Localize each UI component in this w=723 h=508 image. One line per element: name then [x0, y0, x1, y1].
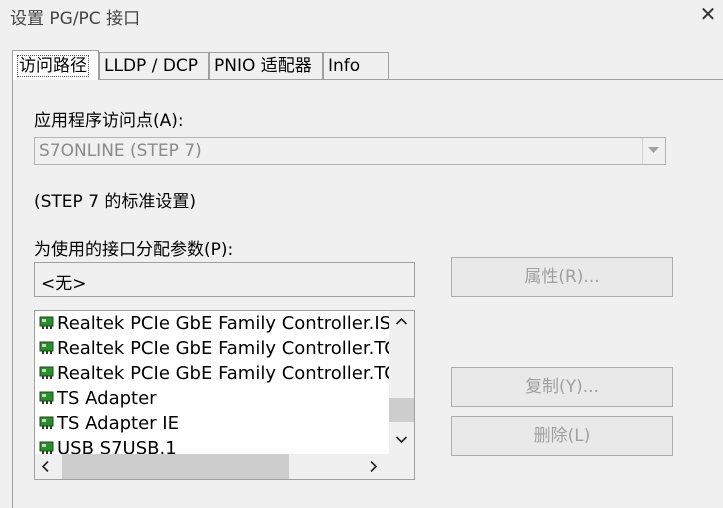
interface-list-rows: Realtek PCIe GbE Family Controller.ISO Re… — [35, 311, 389, 454]
list-item[interactable]: Realtek PCIe GbE Family Controller.TCP — [39, 336, 389, 361]
delete-button[interactable]: 删除(L) — [451, 416, 673, 456]
horizontal-scroll-thumb[interactable] — [62, 454, 289, 479]
list-item-label: USB S7USB.1 — [57, 438, 177, 454]
interface-params-value: <无> — [41, 274, 87, 294]
interface-list[interactable]: Realtek PCIe GbE Family Controller.ISO Re… — [34, 310, 415, 480]
horizontal-scrollbar[interactable] — [35, 454, 389, 479]
vertical-scroll-thumb[interactable] — [389, 398, 414, 422]
scroll-corner — [389, 454, 414, 479]
list-item-label: Realtek PCIe GbE Family Controller.TCP — [57, 338, 389, 359]
list-item-label: TS Adapter — [57, 388, 157, 409]
interface-params-label: 为使用的接口分配参数(P): — [34, 240, 234, 260]
list-item-label: Realtek PCIe GbE Family Controller.ISO — [57, 313, 389, 334]
access-point-dropdown[interactable]: S7ONLINE (STEP 7) — [34, 137, 666, 165]
vertical-scrollbar[interactable] — [389, 311, 414, 454]
network-adapter-icon — [39, 363, 55, 379]
tab-label: LLDP / DCP — [104, 56, 199, 76]
network-adapter-icon — [39, 338, 55, 354]
access-point-label: 应用程序访问点(A): — [34, 111, 184, 131]
network-adapter-icon — [39, 438, 55, 454]
network-adapter-icon — [39, 313, 55, 329]
dropdown-button[interactable] — [642, 138, 665, 164]
properties-button[interactable]: 属性(R)... — [451, 257, 673, 297]
standard-settings-note: (STEP 7 的标准设置) — [34, 192, 197, 212]
window-title: 设置 PG/PC 接口 — [10, 9, 141, 29]
list-item-label: TS Adapter IE — [57, 413, 179, 434]
network-adapter-icon — [39, 413, 55, 429]
tab-label: PNIO 适配器 — [214, 56, 312, 76]
list-item[interactable]: Realtek PCIe GbE Family Controller.ISO — [39, 311, 389, 336]
network-adapter-icon — [39, 388, 55, 404]
list-item[interactable]: TS Adapter IE — [39, 411, 179, 436]
chevron-down-icon — [648, 147, 659, 153]
scroll-left-button[interactable] — [35, 454, 60, 479]
tab-access-path[interactable]: 访问路径 — [12, 50, 99, 80]
chevron-right-icon — [370, 461, 377, 472]
tab-label: Info — [328, 56, 361, 76]
scroll-up-button[interactable] — [389, 311, 414, 336]
chevron-up-icon — [396, 318, 407, 325]
access-point-value: S7ONLINE (STEP 7) — [39, 141, 202, 161]
tab-label: 访问路径 — [17, 55, 89, 77]
list-item[interactable]: TS Adapter — [39, 386, 157, 411]
chevron-left-icon — [42, 461, 49, 472]
list-item-label: Realtek PCIe GbE Family Controller.TCP — [57, 363, 389, 384]
tab-pnio-adapter[interactable]: PNIO 适配器 — [209, 52, 323, 79]
copy-button[interactable]: 复制(Y)... — [451, 367, 673, 407]
chevron-down-icon — [396, 436, 407, 443]
close-button[interactable]: ✕ — [698, 2, 718, 26]
interface-params-field: <无> — [34, 262, 415, 297]
tab-info[interactable]: Info — [323, 52, 389, 79]
list-item[interactable]: USB S7USB.1 — [39, 436, 177, 454]
tab-lldp-dcp[interactable]: LLDP / DCP — [99, 52, 209, 79]
list-item[interactable]: Realtek PCIe GbE Family Controller.TCP — [39, 361, 389, 386]
scroll-down-button[interactable] — [389, 429, 414, 454]
scroll-right-button[interactable] — [363, 454, 388, 479]
